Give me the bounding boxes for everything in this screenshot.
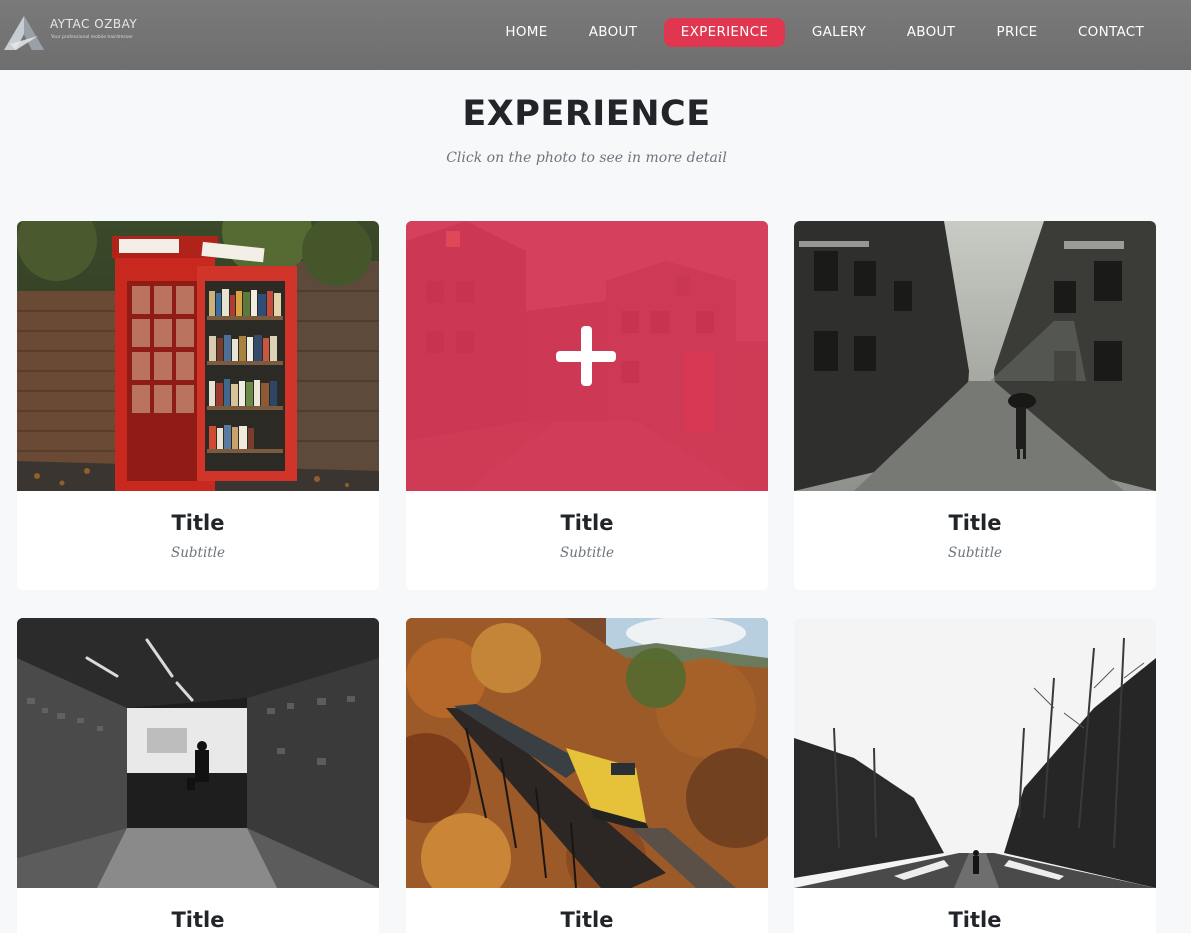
navbar: AYTAC OZBAY Your professional mobile hai… (0, 0, 1191, 70)
portfolio-card[interactable]: Title (406, 618, 768, 933)
portfolio-photo-foggy-road[interactable] (794, 618, 1156, 888)
card-title: Title (560, 511, 614, 535)
portfolio-photo-tunnel[interactable] (17, 618, 379, 888)
portfolio-photo-autumn-train[interactable] (406, 618, 768, 888)
nav-item-price[interactable]: PRICE (985, 18, 1049, 47)
card-subtitle: Subtitle (559, 545, 615, 561)
portfolio-card[interactable]: Title (17, 618, 379, 933)
nav-item-about-2[interactable]: ABOUT (895, 18, 967, 47)
section-subheading: Click on the photo to see in more detail (446, 150, 727, 166)
section-heading: EXPERIENCE (462, 94, 711, 134)
card-subtitle: Subtitle (170, 545, 226, 561)
nav-item-about[interactable]: ABOUT (577, 18, 649, 47)
nav-item-contact[interactable]: CONTACT (1066, 18, 1156, 47)
card-title: Title (171, 908, 225, 932)
nav-item-experience[interactable]: EXPERIENCE (664, 18, 785, 47)
card-title: Title (948, 511, 1002, 535)
portfolio-photo-village-street[interactable] (406, 221, 768, 491)
photo-hover-overlay[interactable] (406, 221, 768, 491)
plus-icon (556, 326, 616, 386)
portfolio-card[interactable]: Title Subtitle (17, 221, 379, 590)
portfolio-card[interactable]: Title Subtitle (794, 221, 1156, 590)
main-nav: HOME ABOUT EXPERIENCE GALERY ABOUT PRICE… (0, 18, 1191, 48)
card-title: Title (948, 908, 1002, 932)
card-title: Title (171, 511, 225, 535)
portfolio-photo-telephone-box[interactable] (17, 221, 379, 491)
card-subtitle: Subtitle (947, 545, 1003, 561)
nav-item-home[interactable]: HOME (494, 18, 559, 47)
portfolio-card[interactable]: Title Subtitle (406, 221, 768, 590)
nav-item-galery[interactable]: GALERY (800, 18, 878, 47)
portfolio-photo-rainy-street[interactable] (794, 221, 1156, 491)
portfolio-card[interactable]: Title (794, 618, 1156, 933)
card-title: Title (560, 908, 614, 932)
